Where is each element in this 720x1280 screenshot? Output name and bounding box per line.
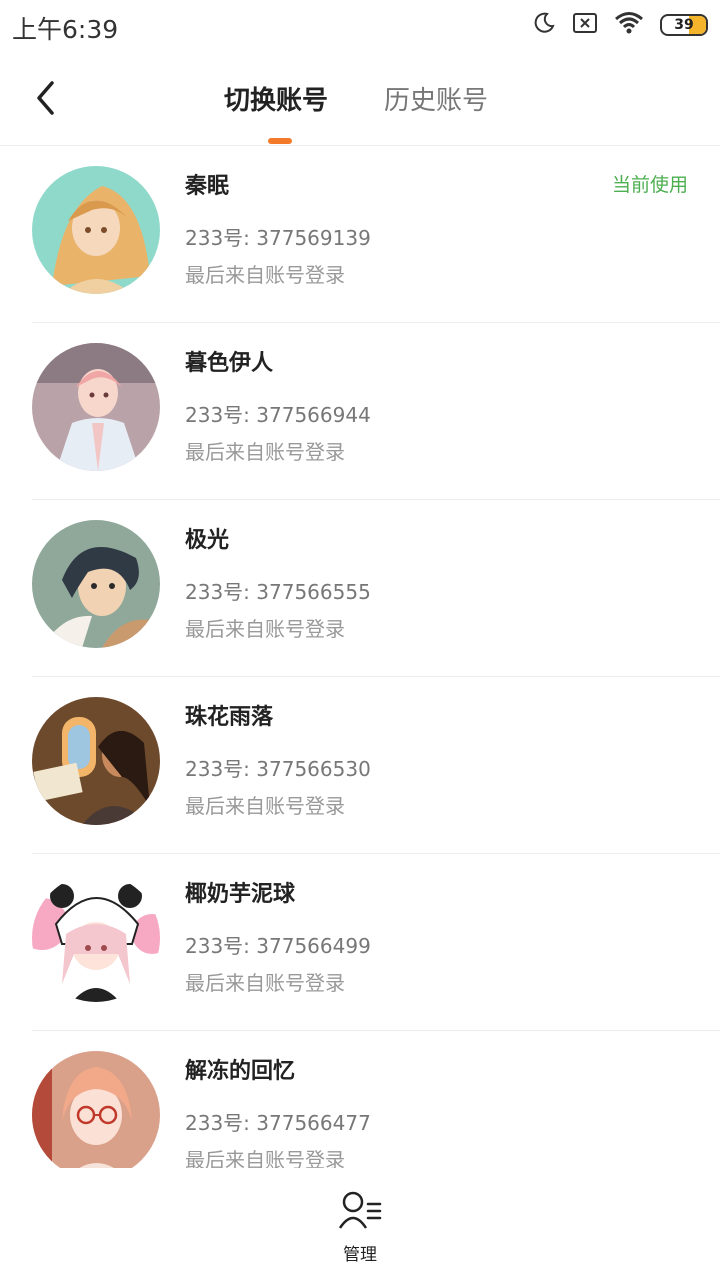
wifi-icon (614, 11, 644, 39)
battery-level: 39 (674, 17, 694, 33)
account-row[interactable]: 暮色伊人 233号: 377566944 最后来自账号登录 (32, 323, 720, 500)
account-login-source: 最后来自账号登录 (185, 1148, 345, 1168)
account-name: 解冻的回忆 (185, 1059, 296, 1084)
moon-icon (532, 11, 556, 39)
account-id: 233号: 377566477 (185, 1111, 371, 1135)
user-manage-icon (338, 1191, 382, 1229)
current-use-badge: 当前使用 (611, 174, 688, 196)
sim-off-icon (572, 12, 598, 38)
account-login-source: 最后来自账号登录 (185, 971, 345, 995)
account-name: 秦眠 (185, 174, 230, 199)
battery-icon: 39 (660, 14, 708, 36)
account-list: 秦眠 当前使用 233号: 377569139 最后来自账号登录 暮色伊人 23… (0, 146, 720, 1168)
account-row[interactable]: 解冻的回忆 233号: 377566477 最后来自账号登录 (32, 1031, 720, 1168)
account-name: 极光 (185, 528, 230, 553)
account-login-source: 最后来自账号登录 (185, 263, 345, 287)
tab-switch-account[interactable]: 切换账号 (224, 80, 328, 117)
account-name: 椰奶芋泥球 (185, 882, 296, 907)
account-login-source: 最后来自账号登录 (185, 617, 345, 641)
avatar (32, 520, 160, 648)
avatar (32, 697, 160, 825)
avatar (32, 343, 160, 471)
bottom-bar: 管理 (0, 1168, 720, 1280)
manage-button[interactable]: 管理 (326, 1190, 394, 1265)
account-name: 珠花雨落 (185, 705, 274, 730)
account-row[interactable]: 珠花雨落 233号: 377566530 最后来自账号登录 (32, 677, 720, 854)
account-id: 233号: 377569139 (185, 226, 371, 250)
status-icons: 39 (532, 10, 708, 40)
account-id: 233号: 377566555 (185, 580, 371, 604)
account-row[interactable]: 极光 233号: 377566555 最后来自账号登录 (32, 500, 720, 677)
account-login-source: 最后来自账号登录 (185, 794, 345, 818)
avatar (32, 874, 160, 1002)
tab-indicator (268, 138, 292, 144)
chevron-left-icon (37, 81, 54, 115)
account-login-source: 最后来自账号登录 (185, 440, 345, 464)
account-row[interactable]: 秦眠 当前使用 233号: 377569139 最后来自账号登录 (32, 146, 720, 323)
avatar (32, 1051, 160, 1168)
manage-label: 管理 (343, 1245, 377, 1265)
account-id: 233号: 377566944 (185, 403, 371, 427)
account-name: 暮色伊人 (185, 351, 274, 376)
account-row[interactable]: 椰奶芋泥球 233号: 377566499 最后来自账号登录 (32, 854, 720, 1031)
status-bar: 上午6:39 39 (0, 0, 720, 52)
account-id: 233号: 377566530 (185, 757, 371, 781)
avatar (32, 166, 160, 294)
tab-history-account[interactable]: 历史账号 (384, 80, 488, 117)
status-time: 上午6:39 (12, 15, 119, 44)
header: 切换账号 历史账号 (0, 52, 720, 146)
back-button[interactable] (26, 76, 66, 120)
account-id: 233号: 377566499 (185, 934, 371, 958)
